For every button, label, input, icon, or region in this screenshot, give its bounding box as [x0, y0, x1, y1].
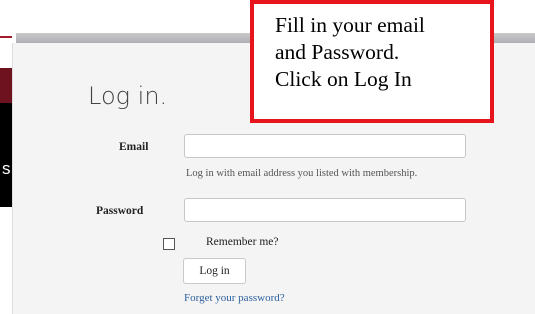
- callout-line-2: and Password.: [275, 40, 400, 64]
- callout-line-1: Fill in your email: [275, 13, 425, 37]
- email-input[interactable]: [184, 134, 466, 158]
- left-maroon-bar: [0, 68, 12, 103]
- email-help-text: Log in with email address you listed wit…: [186, 168, 418, 179]
- password-input[interactable]: [184, 198, 466, 222]
- left-nav-fragment-text: s: [2, 159, 11, 178]
- forgot-password-link[interactable]: Forget your password?: [184, 292, 285, 304]
- page-title: Log in.: [88, 82, 168, 110]
- instruction-callout: Fill in your email and Password. Click o…: [250, 0, 494, 123]
- remember-me-checkbox[interactable]: [163, 238, 175, 250]
- left-nav-panel: s: [0, 103, 12, 207]
- left-red-fragment: [0, 36, 12, 38]
- callout-line-3: Click on Log In: [275, 67, 412, 91]
- password-label: Password: [96, 205, 144, 217]
- remember-me-label: Remember me?: [206, 236, 279, 248]
- login-button[interactable]: Log in: [183, 258, 246, 284]
- email-label: Email: [119, 141, 149, 153]
